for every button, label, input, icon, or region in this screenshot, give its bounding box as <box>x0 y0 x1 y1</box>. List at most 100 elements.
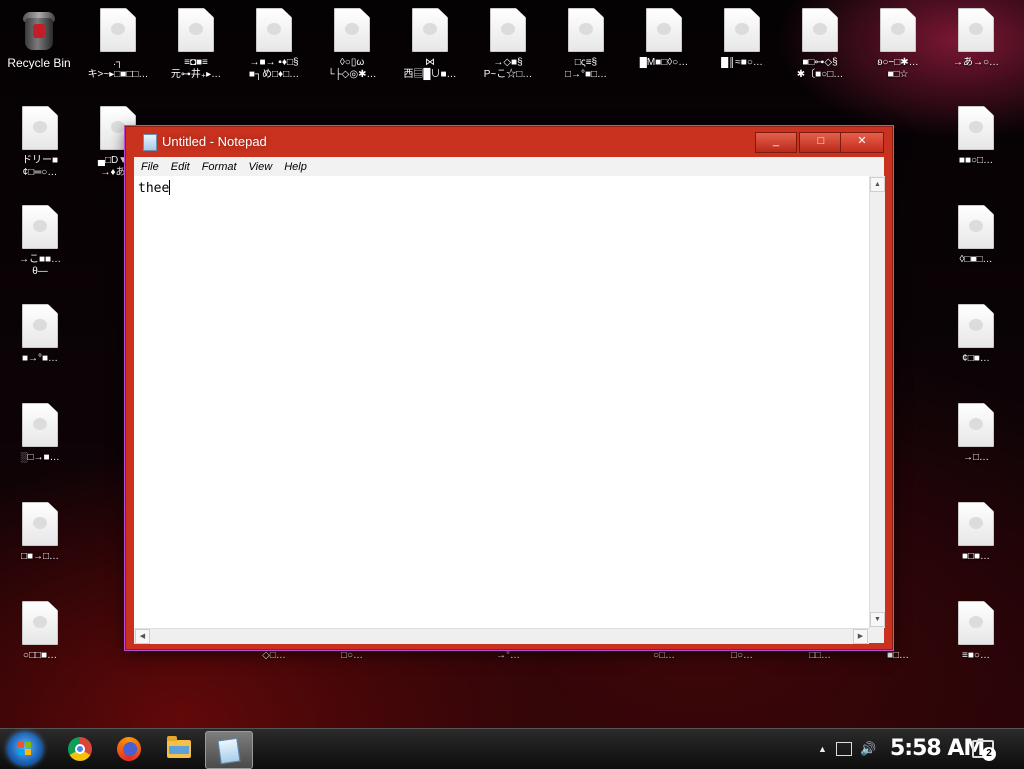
file-icon <box>22 601 58 645</box>
desktop-file-label: ⋈ 西▤█∪■… <box>403 57 457 80</box>
file-icon <box>958 205 994 249</box>
show-hidden-icons-icon[interactable]: ▲ <box>818 744 827 754</box>
file-icon <box>334 8 370 52</box>
menu-edit[interactable]: Edit <box>165 158 196 177</box>
clock[interactable]: 5:58 AM <box>890 736 985 761</box>
file-icon <box>802 8 838 52</box>
chrome-icon <box>68 737 92 761</box>
desktop-file-label: □○… <box>340 650 364 661</box>
recycle-bin-shortcut[interactable]: Recycle Bin <box>0 8 78 69</box>
desktop-file[interactable]: ■□■… <box>937 502 1015 563</box>
desktop-file-label: ■□■… <box>961 551 991 562</box>
desktop-file[interactable]: →こ■■… θ— <box>1 205 79 278</box>
file-icon <box>412 8 448 52</box>
file-icon <box>880 8 916 52</box>
desktop-file[interactable]: ■→°■… <box>1 304 79 365</box>
notepad-window[interactable]: Untitled - Notepad _ □ ✕ File Edit Format V… <box>125 126 893 650</box>
firefox-icon <box>117 737 141 761</box>
desktop-file-label: →こ■■… θ— <box>18 254 62 277</box>
desktop-file[interactable]: ドリー■ ¢□═○… <box>1 106 79 179</box>
desktop-file-label: ◊□■□… <box>959 254 993 265</box>
desktop-file-label: █║≈■○… <box>721 57 763 68</box>
text-caret <box>169 180 171 195</box>
vertical-scrollbar[interactable]: ▲ ▼ <box>869 176 885 628</box>
start-button[interactable] <box>7 732 43 766</box>
scroll-left-icon[interactable]: ◀ <box>135 629 150 644</box>
menu-format[interactable]: Format <box>196 158 243 177</box>
desktop-file[interactable]: ≡◘■≡ 元⊶井₊▸… <box>157 8 235 81</box>
desktop-file[interactable]: →■→ ▪♦□§ ■┐め□♦□… <box>235 8 313 81</box>
desktop-file-label: □○… <box>730 650 754 661</box>
maximize-button[interactable]: □ <box>799 132 843 153</box>
desktop-file[interactable]: □■→□… <box>1 502 79 563</box>
desktop-file[interactable]: ░□→■… <box>1 403 79 464</box>
desktop-file-label: ◇□… <box>262 650 286 661</box>
desktop-file-label: ○□… <box>652 650 676 661</box>
menu-help[interactable]: Help <box>278 158 313 177</box>
desktop-file[interactable]: ■□⊶◇§ ✱〔■○□… <box>781 8 859 81</box>
desktop-file-label: .┐ キ>~▸□■□□… <box>87 57 149 80</box>
desktop-file-label: ≡◘■≡ 元⊶井₊▸… <box>170 57 222 80</box>
desktop-file[interactable]: ʚ○−□✱… ■□☆ <box>859 8 937 81</box>
file-icon <box>568 8 604 52</box>
desktop-file[interactable]: ◊□■□… <box>937 205 1015 266</box>
desktop-file[interactable]: □ς≡§ □→°■□… <box>547 8 625 81</box>
minimize-icon: _ <box>772 135 780 147</box>
resize-grip-icon[interactable] <box>869 628 884 643</box>
desktop-file[interactable]: █M■□◊○… <box>625 8 703 69</box>
taskbar-chrome[interactable] <box>57 731 103 767</box>
desktop-file[interactable]: ⋈ 西▤█∪■… <box>391 8 469 81</box>
notification-count-badge: 2 <box>982 747 996 761</box>
close-button[interactable]: ✕ <box>840 132 884 153</box>
desktop-file[interactable]: ◊○▯ω └├◇◎✱… <box>313 8 391 81</box>
text-editor-area[interactable]: thee <box>134 176 869 628</box>
scroll-right-icon[interactable]: ▶ <box>853 629 868 644</box>
file-icon <box>22 304 58 348</box>
taskbar-file-explorer[interactable] <box>155 731 201 767</box>
desktop-file-label: →■→ ▪♦□§ ■┐め□♦□… <box>248 57 300 80</box>
desktop-file-label: →あ→○… <box>952 57 1000 68</box>
network-icon[interactable] <box>836 742 852 756</box>
desktop-file[interactable]: ≡■○… <box>937 601 1015 662</box>
windows-logo-icon <box>18 742 32 756</box>
desktop-file[interactable]: →□… <box>937 403 1015 464</box>
menu-bar: File Edit Format View Help <box>134 157 884 177</box>
desktop-file-label: →□… <box>962 452 990 463</box>
desktop-file-label: ■■○□… <box>958 155 994 166</box>
desktop-file[interactable]: ■■○□… <box>937 106 1015 167</box>
desktop-file[interactable]: █║≈■○… <box>703 8 781 69</box>
scroll-down-icon[interactable]: ▼ <box>870 612 885 627</box>
taskbar-firefox[interactable] <box>106 731 152 767</box>
desktop-file[interactable]: ○□□■… <box>1 601 79 662</box>
minimize-button[interactable]: _ <box>755 132 797 153</box>
file-icon <box>22 502 58 546</box>
editor-text: thee <box>138 181 170 196</box>
window-title: Untitled - Notepad <box>162 134 267 149</box>
desktop-file-label: ░□→■… <box>20 452 60 463</box>
menu-view[interactable]: View <box>243 158 279 177</box>
desktop-file[interactable]: .┐ キ>~▸□■□□… <box>79 8 157 81</box>
file-icon <box>100 8 136 52</box>
maximize-icon: □ <box>817 135 825 147</box>
title-bar[interactable]: Untitled - Notepad _ □ ✕ <box>126 127 892 157</box>
menu-file[interactable]: File <box>134 158 165 177</box>
file-icon <box>958 304 994 348</box>
scroll-up-icon[interactable]: ▲ <box>870 177 885 192</box>
horizontal-scrollbar[interactable]: ◀ ▶ <box>134 628 869 644</box>
desktop-file-label: █M■□◊○… <box>639 57 689 68</box>
file-icon <box>958 502 994 546</box>
desktop-file[interactable]: ¢□■… <box>937 304 1015 365</box>
recycle-bin-icon <box>21 8 57 52</box>
desktop-file-label: □ς≡§ □→°■□… <box>564 57 608 80</box>
desktop-file[interactable]: →◇■§ P~こ☆□… <box>469 8 547 81</box>
volume-icon[interactable]: 🔊 <box>860 741 876 757</box>
file-icon <box>178 8 214 52</box>
desktop-file-label: ■→°■… <box>21 353 59 364</box>
desktop-file-label: ■□⊶◇§ ✱〔■○□… <box>796 57 844 80</box>
notepad-app-icon[interactable] <box>143 134 157 151</box>
taskbar-notepad[interactable] <box>205 731 253 769</box>
close-icon: ✕ <box>857 135 867 147</box>
file-icon <box>490 8 526 52</box>
recycle-bin-label: Recycle Bin <box>7 57 71 69</box>
desktop-file[interactable]: →あ→○… <box>937 8 1015 69</box>
